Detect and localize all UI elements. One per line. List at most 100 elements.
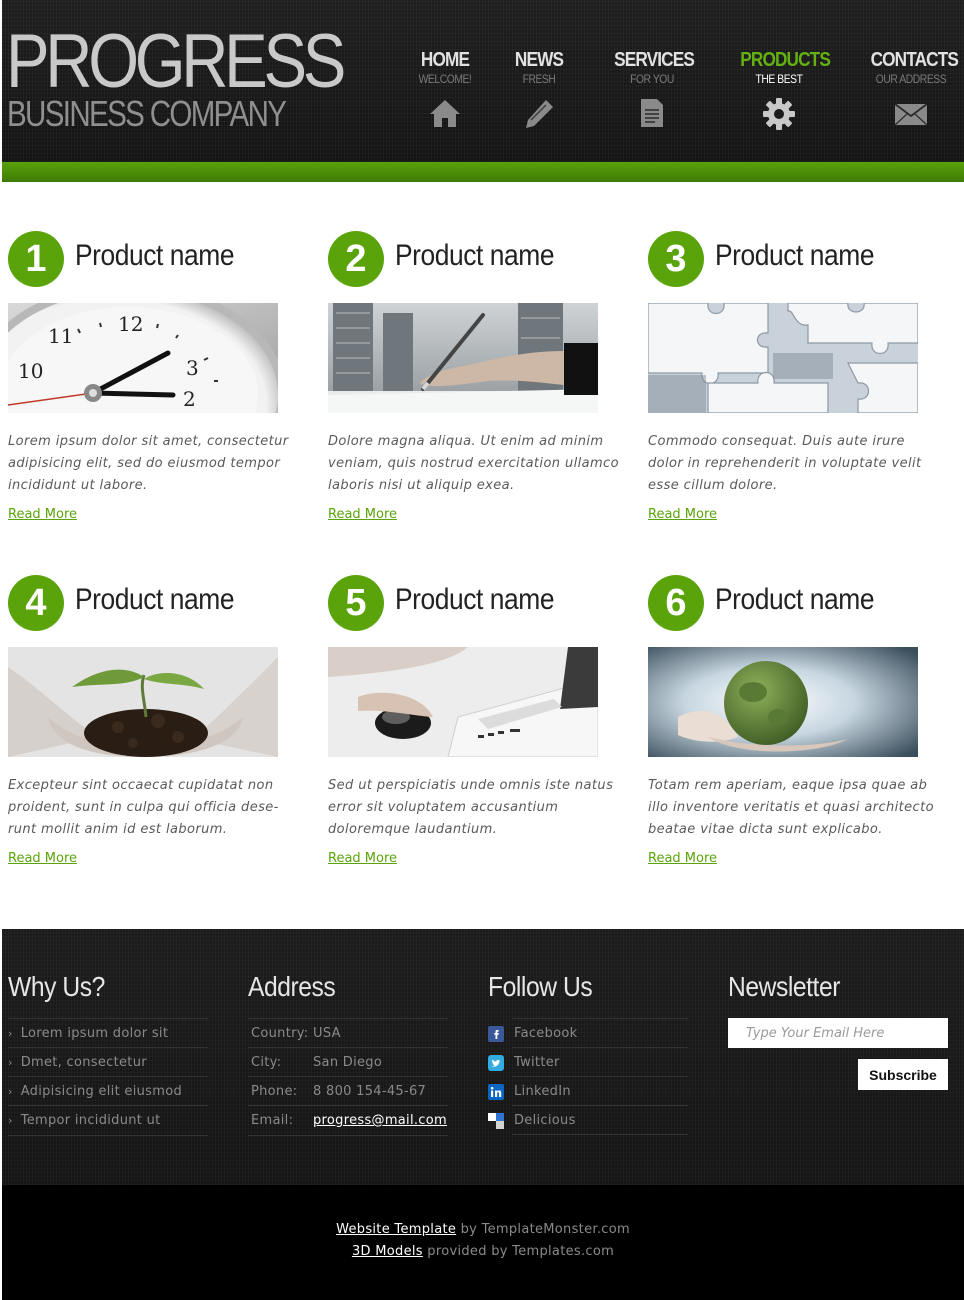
social-link-facebook[interactable]: Facebook — [488, 1018, 688, 1048]
read-more-link[interactable]: Read More — [648, 851, 717, 866]
product-heading: 5 Product name — [328, 575, 620, 633]
nav-services[interactable]: SERVICES FOR YOU — [608, 48, 696, 128]
email-link[interactable]: progress@mail.com — [313, 1113, 447, 1128]
product-name: Product name — [75, 583, 235, 616]
product-name: Product name — [395, 239, 555, 272]
nav-news-sub: FRESH — [522, 72, 556, 86]
laptop-mouse-photo — [328, 647, 598, 757]
read-more-link[interactable]: Read More — [648, 507, 717, 522]
product-name: Product name — [395, 583, 555, 616]
social-link-delicious[interactable]: Delicious — [488, 1105, 688, 1135]
social-link-twitter[interactable]: Twitter — [488, 1047, 688, 1077]
nav-news-label: NEWS — [514, 49, 564, 71]
read-more-link[interactable]: Read More — [328, 851, 397, 866]
header-accent-bar — [2, 162, 964, 182]
home-icon — [430, 100, 460, 127]
envelope-icon — [894, 103, 928, 126]
product-number-badge: 3 — [648, 231, 704, 287]
read-more-link[interactable]: Read More — [328, 507, 397, 522]
delicious-icon — [488, 1112, 504, 1129]
svg-text:10: 10 — [18, 359, 43, 383]
clock-photo: 11 12 3 2 10 — [8, 303, 278, 413]
site-header: PROGRESS BUSINESS COMPANY HOME WELCOME! … — [2, 0, 964, 162]
3d-models-link[interactable]: 3D Models — [352, 1244, 423, 1259]
why-us-item[interactable]: › Lorem ipsum dolor sit — [8, 1018, 208, 1048]
why-us-title: Why Us? — [8, 971, 105, 1002]
linkedin-icon — [488, 1083, 504, 1100]
twitter-icon — [488, 1054, 504, 1071]
product-description: Commodo consequat. Duis aute irure dolor… — [648, 434, 922, 493]
credits: Website Template by TemplateMonster.com … — [2, 1219, 964, 1263]
pencil-icon — [526, 100, 553, 128]
address-row: City: San Diego — [248, 1047, 448, 1077]
product-heading: 2 Product name — [328, 231, 620, 289]
facebook-icon — [488, 1025, 504, 1042]
social-link-linkedin[interactable]: LinkedIn — [488, 1076, 688, 1106]
product-description: Sed ut perspiciatis unde omnis iste natu… — [328, 778, 614, 837]
svg-text:11: 11 — [48, 324, 73, 348]
green-globe-photo — [648, 647, 918, 757]
nav-products-label: PRODUCTS — [740, 49, 831, 71]
product-heading: 4 Product name — [8, 575, 300, 633]
site-footer: Why Us? › Lorem ipsum dolor sit › Dmet, co… — [2, 929, 964, 1185]
divider — [512, 1134, 688, 1135]
logo-subtitle: BUSINESS COMPANY — [7, 93, 287, 134]
website-template-link[interactable]: Website Template — [336, 1222, 456, 1237]
nav-news[interactable]: NEWS FRESH — [508, 48, 570, 128]
product-description: Lorem ipsum dolor sit amet, consectetur … — [8, 434, 289, 493]
read-more-link[interactable]: Read More — [8, 851, 77, 866]
divider — [512, 1047, 688, 1048]
why-us-item[interactable]: › Dmet, consectetur — [8, 1047, 208, 1077]
gear-icon — [763, 98, 795, 130]
product-name: Product name — [715, 239, 875, 272]
credits-line-1: Website Template by TemplateMonster.com — [2, 1219, 964, 1241]
product-description: Dolore magna aliqua. Ut enim ad minim ve… — [328, 434, 619, 493]
nav-home-label: HOME — [420, 49, 470, 71]
credits-bar: Website Template by TemplateMonster.com … — [2, 1185, 964, 1300]
social-label: Delicious — [514, 1113, 576, 1128]
nav-home[interactable]: HOME WELCOME! — [408, 48, 482, 128]
nav-services-sub: FOR YOU — [630, 72, 674, 86]
address-row: Phone: 8 800 154-45-67 — [248, 1076, 448, 1106]
divider — [512, 1018, 688, 1019]
address-label: Email: — [251, 1113, 294, 1128]
logo-title[interactable]: PROGRESS — [6, 24, 346, 100]
chevron-right-icon: › — [8, 1114, 13, 1127]
divider — [512, 1105, 688, 1106]
why-us-item-label: Tempor incididunt ut — [20, 1113, 161, 1128]
address-value: 8 800 154-45-67 — [313, 1084, 427, 1099]
credits-text: provided by Templates.com — [422, 1244, 615, 1259]
product-description: Excepteur sint occaecat cupidatat non pr… — [8, 778, 279, 837]
product-number-badge: 1 — [8, 231, 64, 287]
pen-writing-photo — [328, 303, 598, 413]
credits-text: by TemplateMonster.com — [456, 1222, 630, 1237]
social-label: Twitter — [514, 1055, 560, 1070]
document-icon — [641, 99, 663, 127]
newsletter-email-input[interactable] — [728, 1018, 948, 1048]
why-us-item-label: Adipisicing elit eiusmod — [20, 1084, 183, 1099]
nav-services-label: SERVICES — [614, 49, 695, 71]
svg-text:2: 2 — [183, 387, 196, 411]
social-label: Facebook — [514, 1026, 578, 1041]
read-more-link[interactable]: Read More — [8, 507, 77, 522]
product-number-badge: 2 — [328, 231, 384, 287]
address-title: Address — [248, 971, 336, 1002]
newsletter-title: Newsletter — [728, 971, 840, 1002]
address-row: Email: progress@mail.com — [248, 1105, 448, 1136]
product-description: Totam rem aperiam, eaque ipsa quae ab il… — [648, 778, 934, 837]
product-heading: 6 Product name — [648, 575, 940, 633]
nav-contacts[interactable]: CONTACTS OUR ADDRESS — [864, 48, 959, 126]
product-number-badge: 4 — [8, 575, 64, 631]
product-name: Product name — [75, 239, 235, 272]
nav-home-sub: WELCOME! — [418, 72, 472, 86]
nav-contacts-sub: OUR ADDRESS — [875, 72, 947, 86]
address-value: San Diego — [313, 1055, 383, 1070]
why-us-item[interactable]: › Adipisicing elit eiusmod — [8, 1076, 208, 1106]
why-us-item[interactable]: › Tempor incididunt ut — [8, 1105, 208, 1136]
why-us-item-label: Lorem ipsum dolor sit — [20, 1026, 169, 1041]
seedling-photo — [8, 647, 278, 757]
subscribe-button[interactable]: Subscribe — [858, 1059, 948, 1090]
nav-products[interactable]: PRODUCTS THE BEST — [734, 48, 831, 130]
product-name: Product name — [715, 583, 875, 616]
credits-line-2: 3D Models provided by Templates.com — [2, 1241, 964, 1263]
